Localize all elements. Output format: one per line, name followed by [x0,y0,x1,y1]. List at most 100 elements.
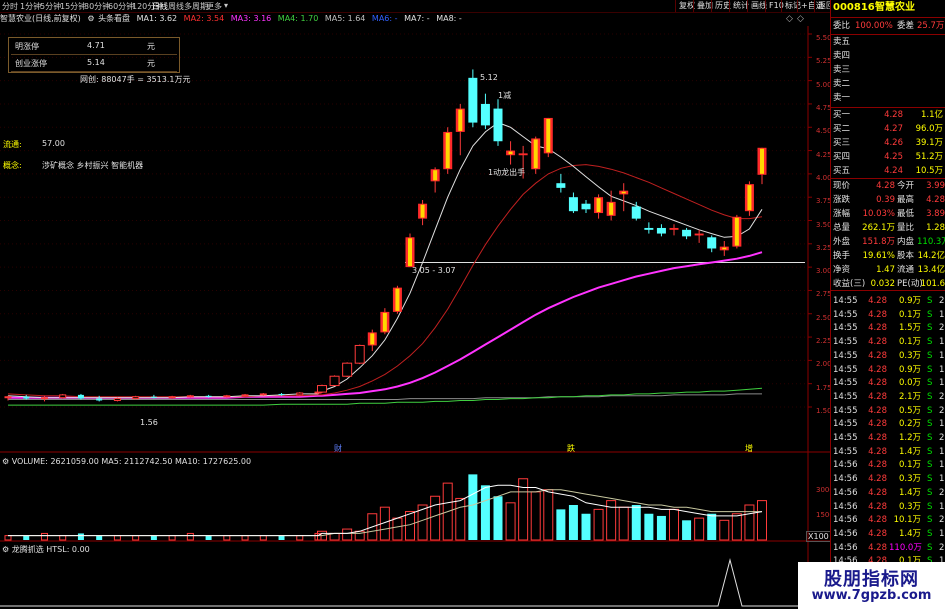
candle-body [241,394,249,397]
indicator-name[interactable]: 头条看盘 [98,14,130,23]
bid-row[interactable]: 买二 4.27 96.0万 [833,124,945,135]
candle-body-inner [433,170,438,181]
period-tab-daily[interactable]: 日线 [152,1,168,12]
volume-title: ⚙ VOLUME: 2621059.00 MA5: 2112742.50 MA1… [2,457,252,466]
event-marker[interactable]: 跌 [567,443,575,454]
period-tab-more[interactable]: 更多 [206,1,222,12]
high-price-label: 5.12 [480,73,498,82]
candle [186,394,194,398]
candle [430,167,440,193]
candle [40,395,48,402]
diamond-icon[interactable]: ◇ [786,14,793,24]
candle-body [223,395,231,398]
volume-bar [719,519,730,541]
candle-body [205,395,212,397]
bid-row[interactable]: 买五 4.24 10.5万 [833,166,945,177]
candle-body [113,398,121,401]
ask-row[interactable]: 卖五 [833,37,945,48]
event-marker[interactable]: 财 [334,443,342,454]
volume-bar [631,505,641,540]
candle [443,127,453,174]
candle-body-inner [533,139,538,169]
trade-tick-row: 14:55 4.28 0.1万 S 1 [833,309,945,320]
candle-body [168,396,176,399]
seal-volume-note: 网创: 88047手 = 3513.1万元 [80,75,191,84]
trade-tick-row: 14:564.280.1万S1 [833,460,945,471]
candle-body [259,393,267,396]
period-tab-multi[interactable]: 多周期 [184,1,208,12]
volume-bar [543,489,554,541]
ask-row[interactable]: 卖一 [833,93,945,104]
trade-tick-row: 14:55 4.28 0.0万 S 1 [833,378,945,389]
quote-stat-row: 换手 19.61% 股本 14.2亿 [833,251,945,261]
period-toolbar: 分时 1分钟 5分钟 15分钟 30分钟 60分钟 120分钟 日线 周线 多周… [0,0,945,13]
price-axis-label: 4.50 [816,127,832,136]
gear-icon[interactable]: ⚙ [87,14,94,23]
candle-body-inner [508,151,513,155]
candle-body [354,344,365,364]
ask-row[interactable]: 卖二 [833,79,945,90]
event-marker[interactable]: 增 [745,443,753,454]
bid-row[interactable]: 买四 4.25 51.2万 [833,152,945,163]
period-tab-60min[interactable]: 60分钟 [108,1,134,12]
kline-chart[interactable] [0,26,830,609]
volume-bar [150,535,157,540]
price-axis-label: 4.25 [816,150,832,159]
volume-bar [593,508,604,541]
gear-icon[interactable]: ⚙ [2,457,9,466]
volume-bar [480,485,490,540]
price-axis-label: 2.00 [816,360,832,369]
ma7-value: MA7: - [404,14,430,23]
concept-value: 涉矿概念 乡村振兴 智能机器 [42,161,144,170]
price-axis-label: 4.75 [816,103,832,112]
quote-stat-row: 收益(三) 0.032 PE(动) 101.6 [833,279,945,289]
candle [418,199,428,226]
volume-bar [132,535,140,541]
candle [707,235,717,253]
period-tab-weekly[interactable]: 周线 [168,1,184,12]
candle [113,397,121,402]
quote-stat-row: 涨幅 10.03% 最低 3.89 [833,209,945,219]
volume-bar [241,535,249,541]
trade-tick-row: 14:56 4.28 0.3万 S 1 [833,474,945,485]
candle-body [468,77,478,123]
candle-body [707,237,717,249]
candle-body-inner [621,191,626,194]
volume-bar [296,535,304,541]
candle [506,141,516,165]
htsl-line [0,558,808,607]
volume-bar [113,535,121,541]
volume-bar [707,513,717,540]
ask-row[interactable]: 卖三 [833,65,945,76]
candle-body [518,153,528,156]
volume-axis-label: 15000 [816,511,839,519]
period-tab-30min[interactable]: 30分钟 [84,1,110,12]
candle-body [186,395,194,398]
volume-bar [205,535,212,540]
limit-row: 明涨停 4.71 元 [11,38,177,55]
period-tab-5min[interactable]: 5分钟 [40,1,61,12]
candle [317,384,327,394]
quote-stat-row: 涨跌 0.39 最高 4.28 [833,195,945,205]
candle [296,392,304,396]
period-tab-15min[interactable]: 15分钟 [60,1,86,12]
chevron-down-icon[interactable]: ▾ [224,1,228,10]
candle [719,241,729,256]
candle-body-inner [760,148,764,174]
bid-row[interactable]: 买三 4.26 39.1万 [833,138,945,149]
gear-icon[interactable]: ⚙ [2,545,9,554]
candle [77,393,84,400]
period-tab-1min[interactable]: 1分钟 [20,1,41,12]
period-tab-fenshi[interactable]: 分时 [2,1,18,12]
site-watermark: 股朋指标网 www.7gpzb.com [798,562,945,609]
candle-body-inner [596,198,601,213]
candle [682,227,692,240]
diamond-icon[interactable]: ◇ [797,14,804,24]
watermark-url: www.7gpzb.com [811,588,932,603]
bid-row[interactable]: 买一 4.28 1.1亿 [833,110,945,121]
volume-bar [455,497,466,541]
quote-stat-row: 现价 4.28 今开 3.99 [833,181,945,191]
candle [543,117,553,158]
ask-row[interactable]: 卖四 [833,51,945,62]
order-ratio-row: 委比 100.00% 委差 25.7万 [833,21,945,31]
